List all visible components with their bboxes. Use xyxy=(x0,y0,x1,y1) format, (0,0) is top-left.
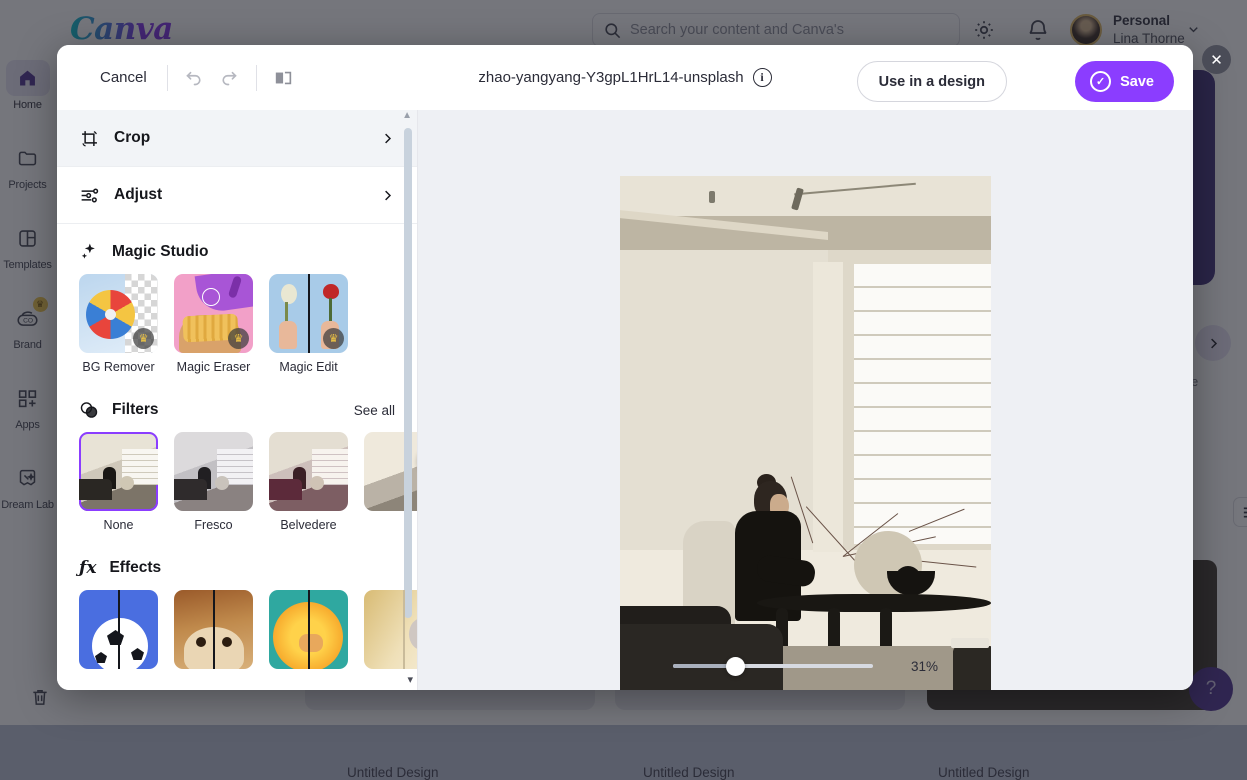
panel-scrollbar[interactable] xyxy=(404,114,412,668)
filter-thumbnail-belvedere[interactable] xyxy=(269,432,348,511)
magic-studio-label: BG Remover xyxy=(79,360,158,374)
bg-remover-thumbnail[interactable]: ♛ xyxy=(79,274,158,353)
crown-badge: ♛ xyxy=(133,328,154,349)
effect-thumbnail-orange[interactable] xyxy=(269,590,348,669)
filter-label: Belvedere xyxy=(269,518,348,532)
compare-icon[interactable] xyxy=(267,61,301,95)
edit-tools-panel: Crop Adjust xyxy=(57,110,418,690)
design-card-label: Untitled Design xyxy=(643,765,735,780)
filter-label: Fresco xyxy=(174,518,253,532)
crop-icon xyxy=(79,128,100,149)
undo-icon[interactable] xyxy=(178,61,212,95)
magic-studio-thumbnails: ♛ BG Remover ♛ Magic Eraser xyxy=(57,262,417,374)
chevron-right-icon xyxy=(380,188,395,203)
design-card-label: Untitled Design xyxy=(347,765,439,780)
section-title: Magic Studio xyxy=(112,243,208,261)
magic-studio-item[interactable]: ♛ Magic Edit xyxy=(269,274,348,374)
design-card-label: Untitled Design xyxy=(938,765,1030,780)
magic-studio-label: Magic Edit xyxy=(269,360,348,374)
filter-label: None xyxy=(79,518,158,532)
info-icon[interactable]: i xyxy=(753,68,772,87)
section-title: Filters xyxy=(112,401,159,419)
adjust-sliders-icon xyxy=(79,185,100,206)
panel-row-label: Crop xyxy=(114,129,150,147)
preview-image[interactable] xyxy=(620,176,991,690)
filter-thumbnail-none[interactable] xyxy=(79,432,158,511)
header-divider-1 xyxy=(167,65,168,91)
panel-row-crop[interactable]: Crop xyxy=(57,110,417,167)
magic-studio-item[interactable]: ♛ BG Remover xyxy=(79,274,158,374)
crown-badge: ♛ xyxy=(323,328,344,349)
filter-item[interactable]: Belvedere xyxy=(269,432,348,532)
image-editor-modal: Cancel zhao-yangyang-Y3gpL1HrL14-unsplas… xyxy=(57,45,1193,690)
filters-header: Filters See all xyxy=(57,374,417,420)
effect-item[interactable] xyxy=(174,590,253,676)
redo-icon[interactable] xyxy=(212,61,246,95)
effect-thumbnail-dog[interactable] xyxy=(174,590,253,669)
magic-eraser-thumbnail[interactable]: ♛ xyxy=(174,274,253,353)
filter-thumbnails: None Fresco Belvedere xyxy=(57,420,417,532)
panel-scrollbar-thumb[interactable] xyxy=(404,128,412,618)
filter-item[interactable]: Fresco xyxy=(174,432,253,532)
preview-stage: 31% xyxy=(418,110,1193,690)
filters-icon xyxy=(79,400,99,420)
magic-studio-label: Magic Eraser xyxy=(174,360,253,374)
zoom-slider[interactable] xyxy=(673,658,873,674)
cancel-button[interactable]: Cancel xyxy=(90,61,157,94)
header-divider-2 xyxy=(256,65,257,91)
filter-thumbnail-fresco[interactable] xyxy=(174,432,253,511)
check-circle-icon: ✓ xyxy=(1090,71,1111,92)
crown-badge: ♛ xyxy=(228,328,249,349)
close-icon[interactable]: ✕ xyxy=(1202,45,1231,74)
section-title: Effects xyxy=(109,559,161,577)
chevron-right-icon xyxy=(380,131,395,146)
save-button-label: Save xyxy=(1120,74,1154,90)
see-all-filters-link[interactable]: See all xyxy=(354,403,395,418)
zoom-level-label: 31% xyxy=(911,659,938,674)
zoom-slider-handle[interactable] xyxy=(726,657,745,676)
effect-thumbnails xyxy=(57,578,417,676)
magic-studio-header: Magic Studio xyxy=(57,224,417,262)
magic-edit-thumbnail[interactable]: ♛ xyxy=(269,274,348,353)
zoom-controls: 31% xyxy=(418,658,1193,674)
save-button[interactable]: ✓ Save xyxy=(1075,61,1174,102)
effect-item[interactable] xyxy=(269,590,348,676)
effects-header: ƒx Effects xyxy=(57,532,417,578)
panel-row-label: Adjust xyxy=(114,186,162,204)
use-in-a-design-button[interactable]: Use in a design xyxy=(857,61,1007,102)
panel-row-adjust[interactable]: Adjust xyxy=(57,167,417,224)
fx-icon: ƒx xyxy=(79,558,96,578)
effect-item[interactable] xyxy=(79,590,158,676)
modal-header: Cancel zhao-yangyang-Y3gpL1HrL14-unsplas… xyxy=(57,45,1193,110)
page-title: zhao-yangyang-Y3gpL1HrL14-unsplash xyxy=(478,69,743,86)
magic-studio-item[interactable]: ♛ Magic Eraser xyxy=(174,274,253,374)
panel-scroll-down-icon[interactable]: ▾ xyxy=(407,673,413,686)
effect-thumbnail-soccer[interactable] xyxy=(79,590,158,669)
filter-item[interactable]: None xyxy=(79,432,158,532)
sparkle-icon xyxy=(79,242,99,262)
